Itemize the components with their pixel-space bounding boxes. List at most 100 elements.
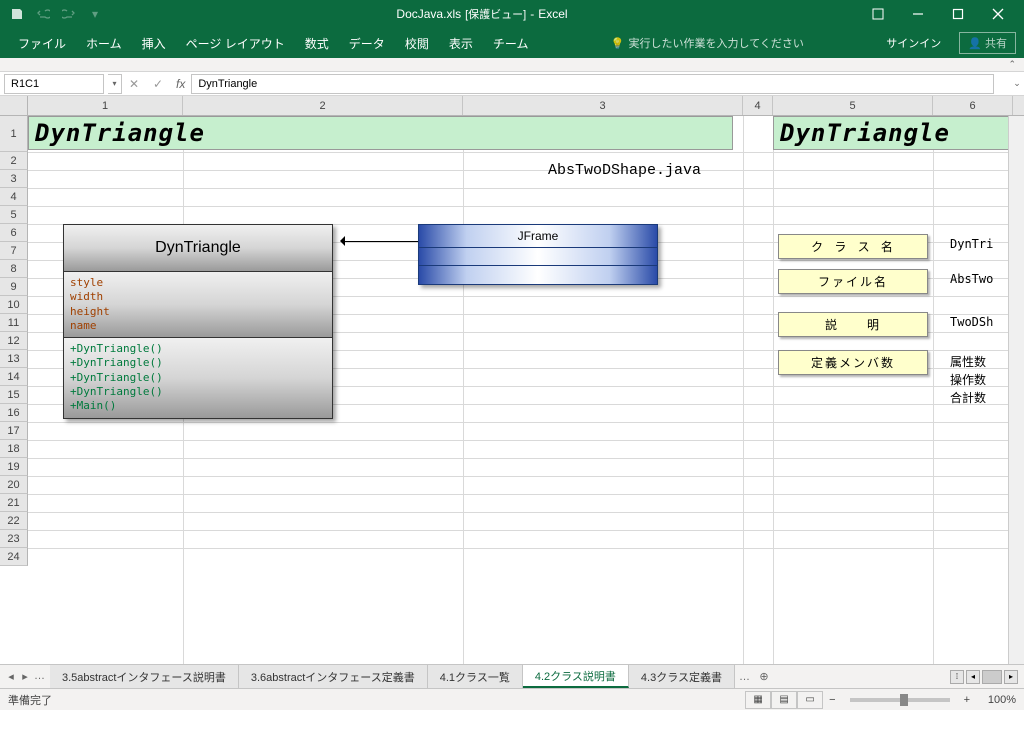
ribbon-tab[interactable]: 表示 — [439, 29, 483, 58]
row-header[interactable]: 2 — [0, 152, 28, 170]
row-header[interactable]: 4 — [0, 188, 28, 206]
signin-link[interactable]: サインイン — [876, 35, 951, 51]
uml-attribute: height — [70, 305, 326, 319]
row-header[interactable]: 18 — [0, 440, 28, 458]
row-header[interactable]: 17 — [0, 422, 28, 440]
save-icon[interactable] — [6, 3, 28, 25]
ribbon-tab[interactable]: 数式 — [295, 29, 339, 58]
uml-operation: +DynTriangle() — [70, 371, 326, 385]
row-header[interactable]: 12 — [0, 332, 28, 350]
column-header[interactable]: 2 — [183, 96, 463, 115]
enter-icon[interactable]: ✓ — [146, 74, 170, 94]
hscroll-thumb[interactable] — [982, 670, 1002, 684]
column-header[interactable]: 1 — [28, 96, 183, 115]
tab-first-icon[interactable]: ◂ — [6, 670, 16, 683]
uml-attribute: width — [70, 290, 326, 304]
ribbon-tab[interactable]: データ — [339, 29, 395, 58]
property-label: ク ラ ス 名 — [778, 234, 928, 259]
java-filename: AbsTwoDShape.java — [548, 162, 701, 179]
sheet-tab[interactable]: 3.6abstractインタフェース定義書 — [239, 665, 428, 688]
row-header[interactable]: 1 — [0, 116, 28, 152]
title-cell-2[interactable]: DynTriangle — [773, 116, 1008, 150]
jframe-ops — [419, 266, 657, 284]
tab-more-icon[interactable]: … — [34, 670, 44, 683]
sheet-tab-strip: ◂ ▸ … 3.5abstractインタフェース説明書3.6abstractイン… — [0, 664, 1024, 688]
select-all-corner[interactable] — [0, 96, 28, 115]
fx-icon[interactable]: fx — [170, 77, 191, 91]
sheet-tabs: 3.5abstractインタフェース説明書3.6abstractインタフェース定… — [50, 665, 735, 688]
row-header[interactable]: 5 — [0, 206, 28, 224]
title-cell-1[interactable]: DynTriangle — [28, 116, 733, 150]
sheet-tab[interactable]: 3.5abstractインタフェース説明書 — [50, 665, 239, 688]
ribbon-tab[interactable]: ページ レイアウト — [176, 29, 295, 58]
sheet-grid[interactable]: 123456 123456789101112131415161718192021… — [0, 96, 1024, 664]
sheet-tab[interactable]: 4.2クラス説明書 — [523, 665, 629, 688]
ribbon-tab[interactable]: 校閲 — [395, 29, 439, 58]
row-headers: 123456789101112131415161718192021222324 — [0, 116, 28, 566]
share-label: 共有 — [985, 38, 1007, 50]
row-header[interactable]: 23 — [0, 530, 28, 548]
inheritance-arrow — [335, 236, 418, 246]
ribbon-tab[interactable]: ホーム — [76, 29, 132, 58]
column-header[interactable]: 3 — [463, 96, 743, 115]
qat-dropdown-icon[interactable]: ▾ — [84, 3, 106, 25]
hscroll-left-icon[interactable]: ◂ — [966, 670, 980, 684]
pagebreak-view-icon[interactable]: ▭ — [797, 691, 823, 709]
column-header[interactable]: 4 — [743, 96, 773, 115]
namebox-dropdown-icon[interactable]: ▾ — [108, 74, 122, 94]
row-header[interactable]: 19 — [0, 458, 28, 476]
zoom-percent[interactable]: 100% — [976, 694, 1016, 706]
row-header[interactable]: 21 — [0, 494, 28, 512]
horizontal-scroll[interactable]: ⁞ ◂ ▸ — [774, 670, 1024, 684]
normal-view-icon[interactable]: ▦ — [745, 691, 771, 709]
row-header[interactable]: 6 — [0, 224, 28, 242]
undo-icon[interactable] — [32, 3, 54, 25]
row-header[interactable]: 3 — [0, 170, 28, 188]
close-icon[interactable] — [978, 0, 1018, 28]
sheet-tab[interactable]: 4.1クラス一覧 — [428, 665, 523, 688]
zoom-slider[interactable] — [850, 698, 950, 702]
formula-input[interactable]: DynTriangle — [191, 74, 994, 94]
namebox[interactable]: R1C1 — [4, 74, 104, 94]
zoom-out-button[interactable]: − — [823, 694, 841, 706]
row-header[interactable]: 8 — [0, 260, 28, 278]
row-header[interactable]: 24 — [0, 548, 28, 566]
column-header[interactable]: 5 — [773, 96, 933, 115]
row-header[interactable]: 14 — [0, 368, 28, 386]
maximize-icon[interactable] — [938, 0, 978, 28]
tab-nav[interactable]: ◂ ▸ … — [0, 670, 50, 683]
zoom-thumb[interactable] — [900, 694, 908, 706]
sheet-tab[interactable]: 4.3クラス定義書 — [629, 665, 735, 688]
ribbon-tab[interactable]: 挿入 — [132, 29, 176, 58]
ribbon-options-icon[interactable] — [858, 0, 898, 28]
share-button[interactable]: 👤 共有 — [959, 32, 1016, 54]
tab-more-right-icon[interactable]: … — [735, 671, 754, 683]
hscroll-split-icon[interactable]: ⁞ — [950, 670, 964, 684]
cancel-icon[interactable]: ✕ — [122, 74, 146, 94]
vertical-scrollbar[interactable] — [1008, 116, 1024, 664]
cells[interactable]: DynTriangle DynTriangle AbsTwoDShape.jav… — [28, 116, 1008, 664]
row-header[interactable]: 11 — [0, 314, 28, 332]
hscroll-right-icon[interactable]: ▸ — [1004, 670, 1018, 684]
row-header[interactable]: 15 — [0, 386, 28, 404]
row-header[interactable]: 9 — [0, 278, 28, 296]
tellme-search[interactable]: 💡 実行したい作業を入力してください — [611, 35, 804, 51]
row-header[interactable]: 22 — [0, 512, 28, 530]
row-header[interactable]: 16 — [0, 404, 28, 422]
formula-expand-icon[interactable]: ⌄ — [1010, 78, 1024, 89]
ribbon-collapse[interactable]: ⌃ — [0, 58, 1024, 72]
redo-icon[interactable] — [58, 3, 80, 25]
column-header[interactable]: 6 — [933, 96, 1013, 115]
tab-prev-icon[interactable]: ▸ — [20, 670, 30, 683]
uml-operation: +DynTriangle() — [70, 342, 326, 356]
minimize-icon[interactable] — [898, 0, 938, 28]
row-header[interactable]: 10 — [0, 296, 28, 314]
ribbon-tab[interactable]: ファイル — [8, 29, 76, 58]
page-layout-view-icon[interactable]: ▤ — [771, 691, 797, 709]
row-header[interactable]: 13 — [0, 350, 28, 368]
ribbon-tab[interactable]: チーム — [483, 29, 539, 58]
row-header[interactable]: 7 — [0, 242, 28, 260]
zoom-in-button[interactable]: + — [958, 694, 976, 706]
new-sheet-button[interactable]: ⊕ — [754, 670, 774, 683]
row-header[interactable]: 20 — [0, 476, 28, 494]
